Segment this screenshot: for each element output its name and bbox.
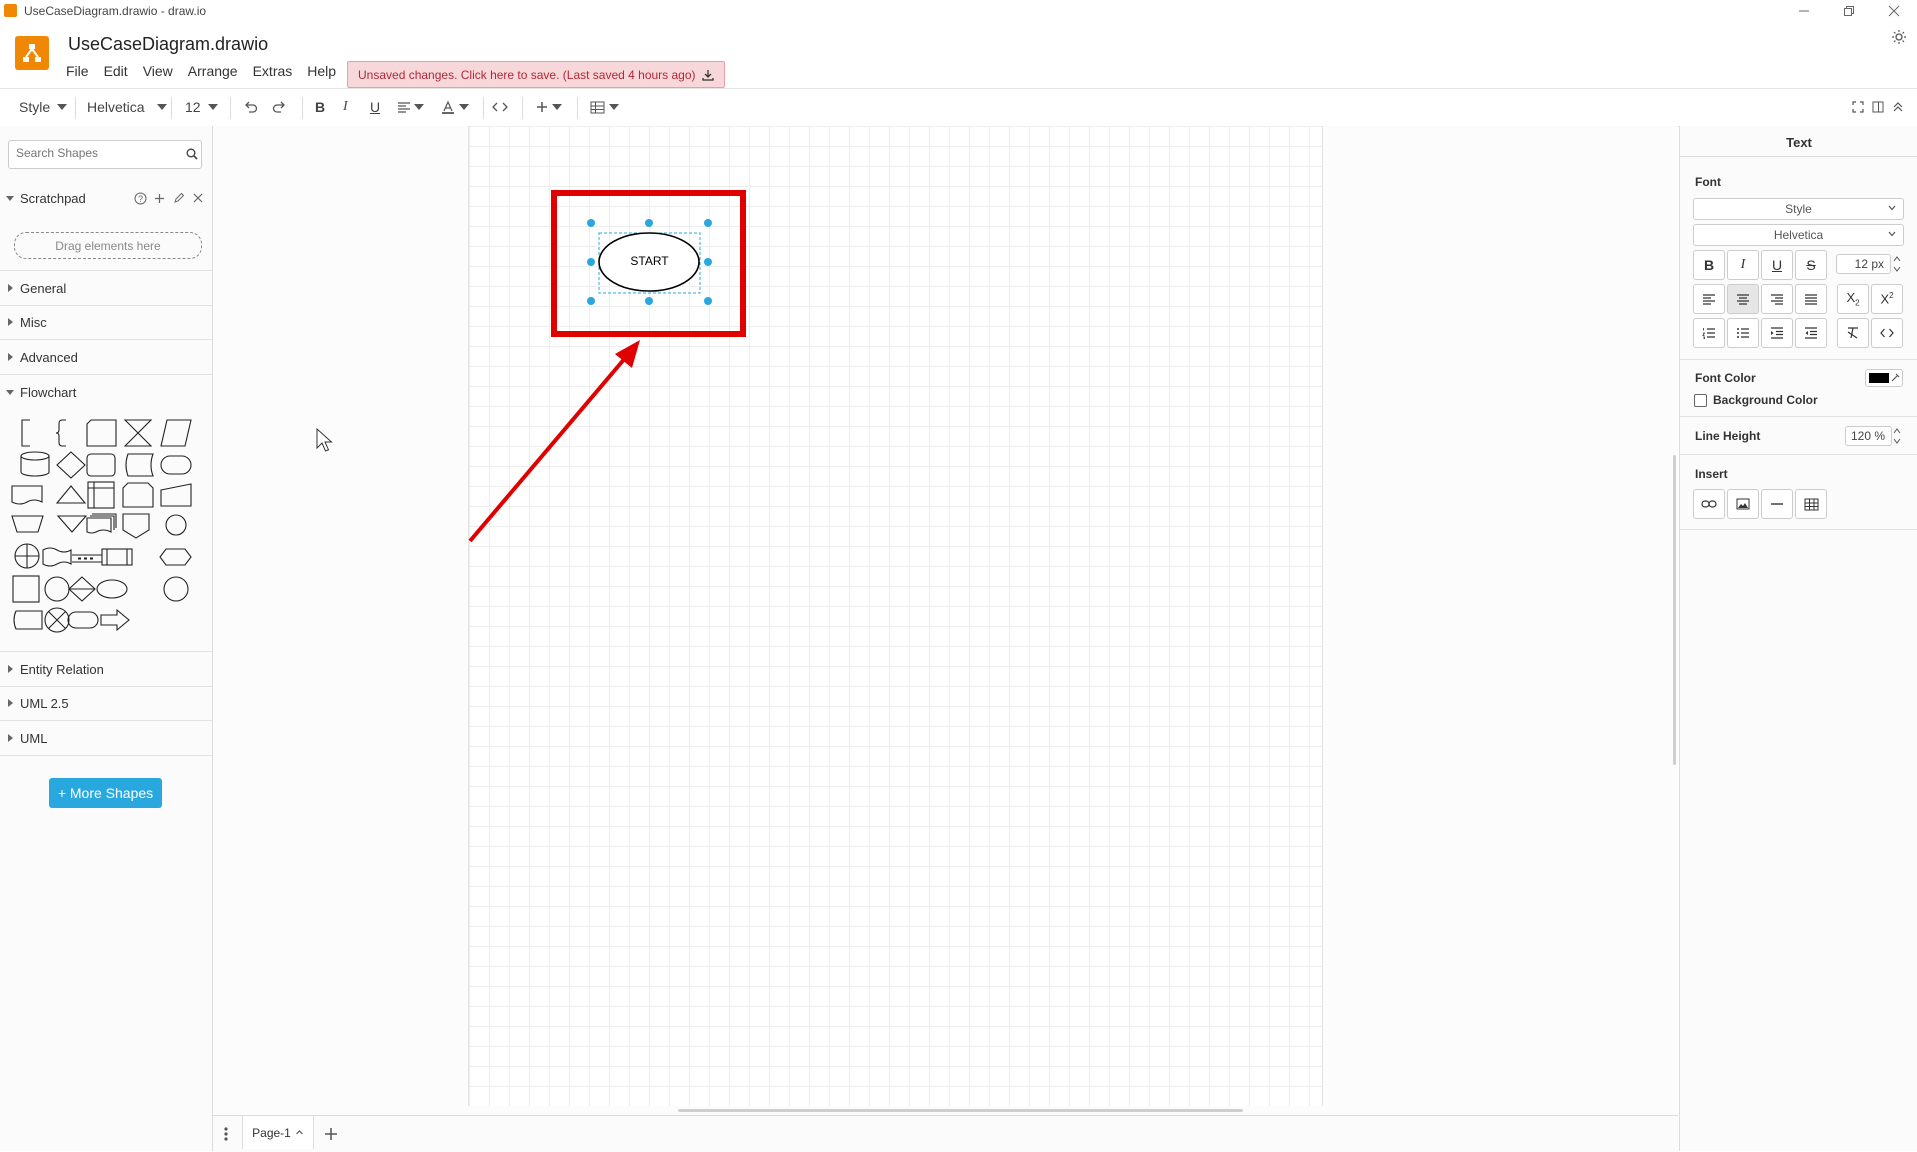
- chevron-down-icon: [1888, 231, 1896, 237]
- clear-formatting-button[interactable]: [1837, 318, 1869, 348]
- superscript-button[interactable]: X2: [1871, 284, 1903, 314]
- page-tab-label: Page-1: [252, 1125, 291, 1140]
- diagram-overlay: [468, 190, 746, 543]
- strikethrough-icon: S: [1806, 257, 1816, 273]
- text-style-select[interactable]: Style: [1693, 198, 1904, 220]
- bullet-list-button[interactable]: [1727, 318, 1759, 348]
- align-center-icon: [1737, 294, 1749, 305]
- more-vertical-icon[interactable]: [223, 1126, 229, 1142]
- html-format-button[interactable]: [1871, 318, 1903, 348]
- start-shape-label[interactable]: START: [599, 254, 700, 268]
- bold-toggle[interactable]: B: [1693, 250, 1725, 280]
- link-icon: [1701, 500, 1717, 508]
- numbered-list-icon: [1702, 328, 1715, 339]
- font-heading: Font: [1695, 175, 1721, 189]
- table-icon: [1804, 498, 1818, 510]
- line-height-label: Line Height: [1695, 429, 1761, 443]
- align-right-button[interactable]: [1761, 284, 1793, 314]
- resize-handle-sw[interactable]: [587, 297, 595, 305]
- resize-handle-e[interactable]: [704, 258, 712, 266]
- italic-icon: I: [1740, 257, 1746, 272]
- font-color-label: Font Color: [1695, 371, 1756, 385]
- background-color-checkbox[interactable]: [1694, 394, 1707, 407]
- insert-link-button[interactable]: [1693, 489, 1725, 519]
- superscript-icon: X2: [1880, 291, 1894, 307]
- numbered-list-button[interactable]: [1693, 318, 1725, 348]
- font-size-spinner-icon[interactable]: [1893, 254, 1901, 274]
- indent-button[interactable]: [1761, 318, 1793, 348]
- font-family-select[interactable]: Helvetica: [1693, 224, 1904, 246]
- outdent-icon: [1805, 327, 1817, 339]
- font-size-input[interactable]: 12 px: [1836, 254, 1891, 274]
- align-left-button[interactable]: [1693, 284, 1725, 314]
- page-tab[interactable]: Page-1: [242, 1116, 314, 1149]
- insert-horizontal-rule-button[interactable]: [1761, 489, 1793, 519]
- bold-icon: B: [1703, 257, 1715, 273]
- page-tabs-bar: Page-1: [213, 1115, 1678, 1152]
- resize-handle-nw[interactable]: [587, 219, 595, 227]
- mouse-cursor-icon: [316, 428, 333, 452]
- resize-handle-se[interactable]: [704, 297, 712, 305]
- subscript-icon: X2: [1846, 290, 1860, 308]
- underline-toggle[interactable]: U: [1761, 250, 1793, 280]
- underline-icon: U: [1771, 257, 1783, 273]
- bullet-list-icon: [1737, 328, 1749, 338]
- justify-icon: [1805, 294, 1817, 305]
- insert-heading: Insert: [1695, 467, 1728, 481]
- indent-icon: [1771, 327, 1783, 339]
- resize-handle-w[interactable]: [587, 258, 595, 266]
- strikethrough-toggle[interactable]: S: [1795, 250, 1827, 280]
- font-color-picker[interactable]: [1865, 369, 1903, 387]
- horizontal-rule-icon: [1771, 503, 1783, 505]
- subscript-button[interactable]: X2: [1837, 284, 1869, 314]
- code-icon: [1880, 328, 1894, 338]
- font-family-select-label: Helvetica: [1773, 228, 1824, 242]
- resize-handle-ne[interactable]: [704, 219, 712, 227]
- text-style-select-label: Style: [1785, 202, 1812, 216]
- highlight-arrow-line: [468, 355, 628, 543]
- image-icon: [1736, 498, 1750, 510]
- line-height-spinner-icon[interactable]: [1893, 426, 1901, 446]
- insert-image-button[interactable]: [1727, 489, 1759, 519]
- outdent-button[interactable]: [1795, 318, 1827, 348]
- align-left-icon: [1703, 294, 1715, 305]
- resize-handle-s[interactable]: [645, 297, 653, 305]
- italic-toggle[interactable]: I: [1727, 250, 1759, 280]
- format-tab-bar: Text: [1680, 126, 1917, 157]
- eyedropper-icon: [1891, 373, 1900, 382]
- add-page-icon[interactable]: [324, 1127, 338, 1141]
- format-panel: Text Font Style Helvetica B I U S 12 px …: [1679, 126, 1917, 1151]
- align-center-button[interactable]: [1727, 284, 1759, 314]
- font-color-swatch: [1869, 373, 1889, 383]
- chevron-up-icon: [295, 1130, 303, 1135]
- tab-text[interactable]: Text: [1680, 135, 1917, 150]
- background-color-label: Background Color: [1713, 393, 1818, 407]
- resize-handle-n[interactable]: [645, 219, 653, 227]
- chevron-down-icon: [1888, 205, 1896, 211]
- line-height-input[interactable]: 120 %: [1845, 426, 1892, 446]
- clear-format-icon: [1847, 327, 1858, 339]
- insert-table-button[interactable]: [1795, 489, 1827, 519]
- align-right-icon: [1771, 294, 1783, 305]
- justify-button[interactable]: [1795, 284, 1827, 314]
